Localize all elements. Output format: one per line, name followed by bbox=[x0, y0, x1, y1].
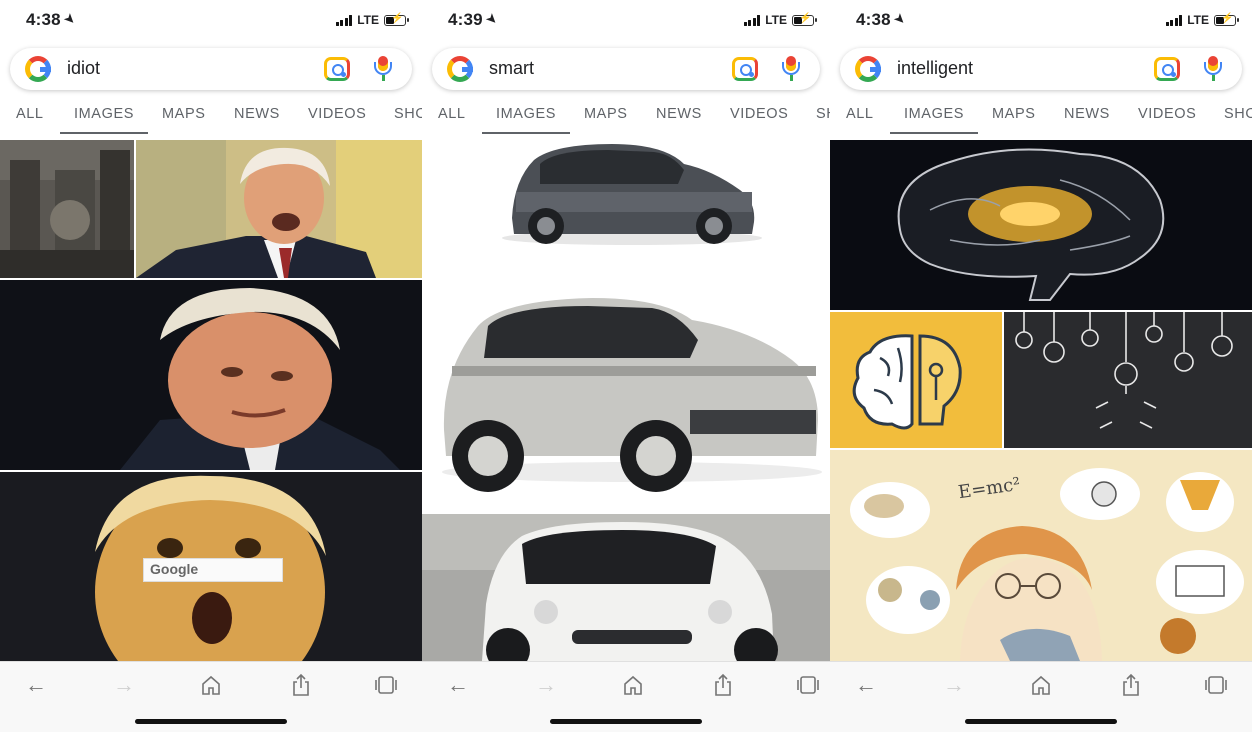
home-indicator bbox=[965, 719, 1117, 724]
image-result[interactable]: Google bbox=[0, 472, 422, 661]
tab-videos[interactable]: VIDEOS bbox=[1138, 106, 1196, 122]
image-result[interactable] bbox=[422, 514, 830, 661]
status-time: 4:38➤ bbox=[26, 10, 79, 29]
battery-icon: ⚡ bbox=[792, 13, 817, 26]
signal-icon bbox=[335, 14, 353, 26]
search-query[interactable]: smart bbox=[489, 58, 534, 79]
share-icon[interactable] bbox=[709, 672, 737, 698]
active-tab-indicator bbox=[890, 132, 978, 134]
google-lens-icon[interactable] bbox=[732, 57, 758, 81]
image-result[interactable] bbox=[422, 140, 830, 280]
home-indicator bbox=[135, 719, 287, 724]
location-arrow-icon: ➤ bbox=[483, 10, 501, 28]
share-icon[interactable] bbox=[1117, 672, 1145, 698]
microphone-icon[interactable] bbox=[374, 56, 392, 82]
location-arrow-icon: ➤ bbox=[61, 10, 79, 28]
google-lens-icon[interactable] bbox=[324, 57, 350, 81]
image-results-grid bbox=[422, 140, 830, 661]
google-logo-icon[interactable] bbox=[447, 56, 473, 82]
search-bar[interactable]: smart bbox=[432, 48, 820, 90]
back-arrow-icon[interactable]: ← bbox=[444, 672, 472, 698]
forward-arrow-icon[interactable]: → bbox=[532, 672, 560, 698]
tab-shopping[interactable]: SHOPPING bbox=[816, 106, 830, 122]
home-icon[interactable] bbox=[197, 672, 225, 698]
tab-all[interactable]: ALL bbox=[846, 106, 874, 122]
google-logo-icon[interactable] bbox=[855, 56, 881, 82]
image-result[interactable]: E=mc² bbox=[830, 450, 1252, 661]
tabs-icon[interactable] bbox=[372, 672, 400, 698]
back-arrow-icon[interactable]: ← bbox=[852, 672, 880, 698]
search-tabs: ALL IMAGES MAPS NEWS VIDEOS SHOPPING bbox=[0, 100, 422, 134]
forward-arrow-icon[interactable]: → bbox=[940, 672, 968, 698]
tab-news[interactable]: NEWS bbox=[656, 106, 702, 122]
tab-shopping[interactable]: SHOPPING bbox=[394, 106, 422, 122]
tab-videos[interactable]: VIDEOS bbox=[308, 106, 366, 122]
home-icon[interactable] bbox=[619, 672, 647, 698]
network-label: LTE bbox=[357, 13, 379, 27]
active-tab-indicator bbox=[482, 132, 570, 134]
search-tabs: ALL IMAGES MAPS NEWS VIDEOS SHOPPING bbox=[422, 100, 830, 134]
google-logo-icon[interactable] bbox=[25, 56, 51, 82]
google-lens-icon[interactable] bbox=[1154, 57, 1180, 81]
phone-screen-idiot: 4:38➤ LTE ⚡ idiot ALL IMAGES MAPS NEWS V… bbox=[0, 0, 422, 732]
phone-screen-smart: 4:39➤ LTE ⚡ smart ALL IMAGES MAPS NEWS V… bbox=[422, 0, 830, 732]
forward-arrow-icon[interactable]: → bbox=[110, 672, 138, 698]
share-icon[interactable] bbox=[287, 672, 315, 698]
search-tabs: ALL IMAGES MAPS NEWS VIDEOS SHOPPING bbox=[830, 100, 1252, 134]
google-watermark-box: Google bbox=[143, 558, 283, 582]
image-result[interactable] bbox=[0, 280, 422, 470]
microphone-icon[interactable] bbox=[782, 56, 800, 82]
location-arrow-icon: ➤ bbox=[891, 10, 909, 28]
tab-all[interactable]: ALL bbox=[16, 106, 44, 122]
battery-icon: ⚡ bbox=[384, 13, 409, 26]
search-query[interactable]: idiot bbox=[67, 58, 100, 79]
tab-shopping[interactable]: SHOPPING bbox=[1224, 106, 1252, 122]
signal-icon bbox=[743, 14, 761, 26]
tab-all[interactable]: ALL bbox=[438, 106, 466, 122]
back-arrow-icon[interactable]: ← bbox=[22, 672, 50, 698]
home-indicator bbox=[550, 719, 702, 724]
tab-images[interactable]: IMAGES bbox=[74, 106, 134, 122]
image-results-grid: Google bbox=[0, 140, 422, 661]
tab-news[interactable]: NEWS bbox=[1064, 106, 1110, 122]
search-bar[interactable]: idiot bbox=[10, 48, 412, 90]
image-result[interactable] bbox=[136, 140, 422, 278]
tab-images[interactable]: IMAGES bbox=[904, 106, 964, 122]
signal-icon bbox=[1165, 14, 1183, 26]
home-icon[interactable] bbox=[1027, 672, 1055, 698]
tab-images[interactable]: IMAGES bbox=[496, 106, 556, 122]
image-result[interactable] bbox=[830, 312, 1002, 448]
search-bar[interactable]: intelligent bbox=[840, 48, 1242, 90]
network-label: LTE bbox=[1187, 13, 1209, 27]
tab-maps[interactable]: MAPS bbox=[162, 106, 206, 122]
status-time: 4:38➤ bbox=[856, 10, 909, 29]
search-query[interactable]: intelligent bbox=[897, 58, 973, 79]
tab-news[interactable]: NEWS bbox=[234, 106, 280, 122]
browser-toolbar: ← → bbox=[830, 661, 1252, 732]
tab-maps[interactable]: MAPS bbox=[584, 106, 628, 122]
tabs-icon[interactable] bbox=[1202, 672, 1230, 698]
active-tab-indicator bbox=[60, 132, 148, 134]
status-bar: 4:38➤ LTE ⚡ bbox=[0, 8, 422, 34]
status-bar: 4:39➤ LTE ⚡ bbox=[422, 8, 830, 34]
tab-videos[interactable]: VIDEOS bbox=[730, 106, 788, 122]
status-time: 4:39➤ bbox=[448, 10, 501, 29]
battery-icon: ⚡ bbox=[1214, 13, 1239, 26]
status-bar: 4:38➤ LTE ⚡ bbox=[830, 8, 1252, 34]
network-label: LTE bbox=[765, 13, 787, 27]
image-result[interactable] bbox=[422, 280, 830, 512]
image-result[interactable] bbox=[830, 140, 1252, 310]
browser-toolbar: ← → bbox=[0, 661, 422, 732]
microphone-icon[interactable] bbox=[1204, 56, 1222, 82]
tab-maps[interactable]: MAPS bbox=[992, 106, 1036, 122]
image-result[interactable] bbox=[1004, 312, 1252, 448]
tabs-icon[interactable] bbox=[794, 672, 822, 698]
phone-screen-intelligent: 4:38➤ LTE ⚡ intelligent ALL IMAGES MAPS … bbox=[830, 0, 1252, 732]
image-result[interactable] bbox=[0, 140, 134, 278]
browser-toolbar: ← → bbox=[422, 661, 830, 732]
image-results-grid: E=mc² bbox=[830, 140, 1252, 661]
